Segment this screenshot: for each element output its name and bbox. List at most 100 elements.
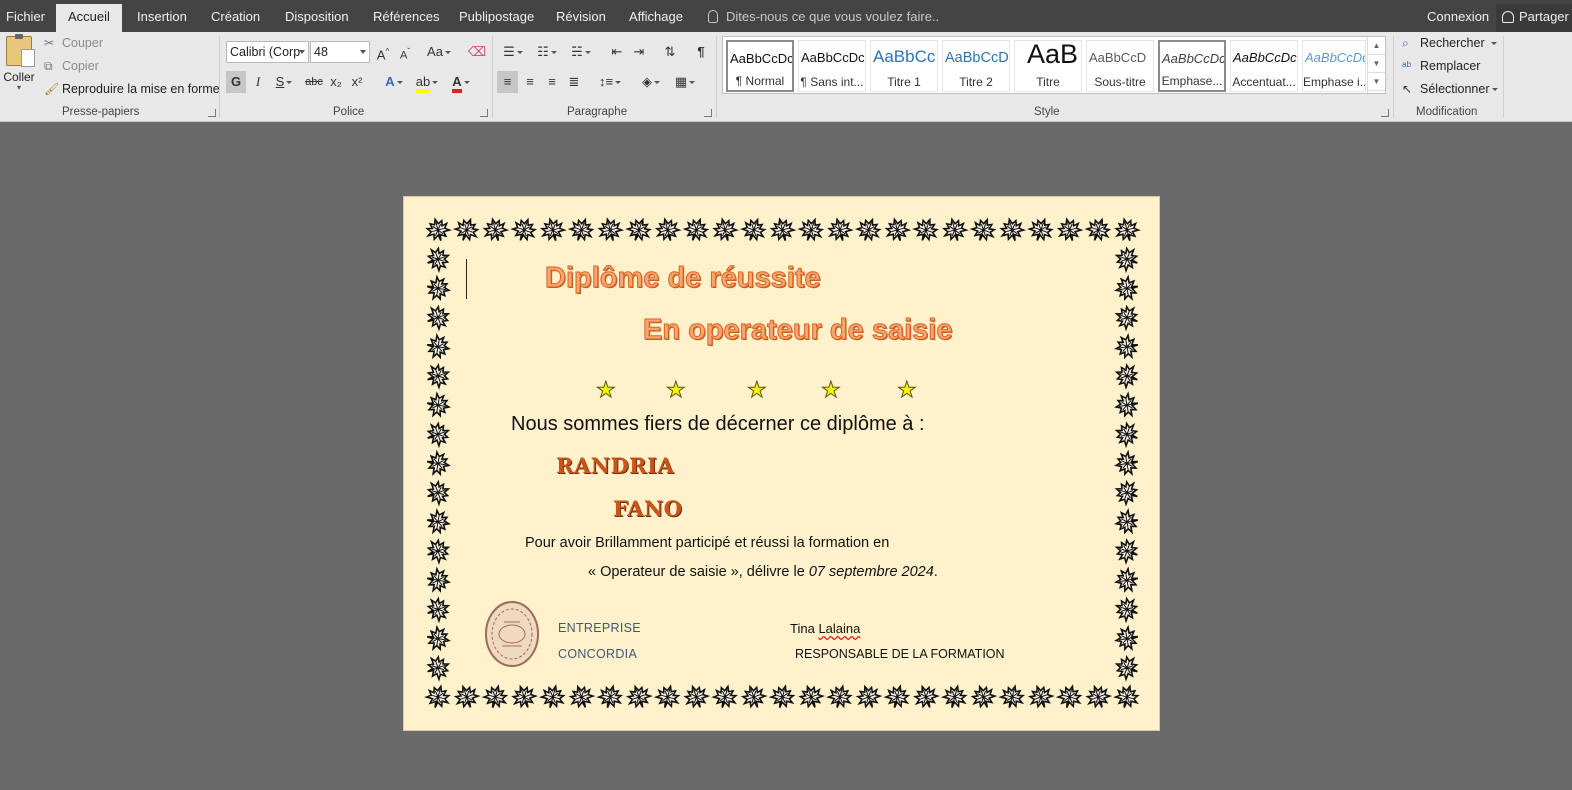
bullet-list-icon: ☰ [503, 44, 515, 59]
recipient-last-name[interactable]: RANDRIA [556, 453, 674, 478]
paragraph-dialog-launcher[interactable] [704, 109, 712, 117]
align-right-button[interactable]: ≡ [542, 71, 562, 93]
organization-line-2[interactable]: CONCORDIA [558, 647, 637, 661]
clipboard-dialog-launcher[interactable] [208, 109, 216, 117]
text-effects-icon: A [385, 74, 395, 89]
copy-button[interactable]: ⧉ Copier [44, 59, 99, 74]
style-normal[interactable]: AaBbCcDc ¶ Normal [726, 40, 794, 92]
star-icon: ★ [821, 377, 842, 403]
cursor-arrow-icon: ↖ [1402, 82, 1413, 96]
tab-publipostage[interactable]: Publipostage [459, 0, 534, 32]
diploma-subtitle[interactable]: En operateur de saisie [642, 314, 952, 347]
find-button[interactable]: ⌕ Rechercher [1402, 36, 1497, 51]
paintbrush-icon: 🖌 [44, 82, 60, 96]
style-no-spacing[interactable]: AaBbCcDc ¶ Sans int... [798, 40, 866, 92]
clipboard-group-label: Presse-papiers [62, 106, 140, 118]
clear-formatting-button[interactable]: ⌫ [467, 41, 487, 63]
diploma-title[interactable]: Diplôme de réussite [545, 262, 822, 295]
select-label: Sélectionner [1420, 82, 1490, 96]
chevron-down-icon[interactable]: ▼ [1368, 55, 1385, 73]
body-line-2[interactable]: « Operateur de saisie », délivre le 07 s… [588, 564, 938, 580]
replace-button[interactable]: ᵃᵇ Remplacer [1402, 59, 1480, 73]
bullets-button[interactable]: ☰ [498, 41, 528, 63]
underline-button[interactable]: S [270, 71, 298, 93]
tab-fichier[interactable]: Fichier [6, 0, 45, 32]
style-name: ¶ Sans int... [800, 75, 864, 89]
chevron-up-icon[interactable]: ▲ [1368, 37, 1385, 55]
format-painter-button[interactable]: 🖌 Reproduire la mise en forme [44, 82, 220, 96]
cut-button[interactable]: ✂ Couper [44, 36, 103, 50]
recipient-first-name[interactable]: FANO [613, 496, 682, 521]
paint-bucket-icon: ◈ [642, 74, 652, 89]
select-button[interactable]: ↖ Sélectionner [1402, 82, 1498, 96]
numbering-button[interactable]: ☷ [532, 41, 562, 63]
tab-references[interactable]: Références [373, 0, 439, 32]
line-spacing-icon: ↕≡ [598, 74, 614, 89]
tab-disposition[interactable]: Disposition [285, 0, 349, 32]
award-intro[interactable]: Nous sommes fiers de décerner ce diplôme… [511, 413, 925, 436]
style-emphasis[interactable]: AaBbCcDc Accentuat... [1230, 40, 1298, 92]
tell-me-box[interactable]: Dites-nous ce que vous voulez faire.. [708, 0, 939, 32]
organization-line-1[interactable]: ENTREPRISE [558, 621, 641, 635]
superscript-button[interactable]: x² [349, 71, 365, 93]
text-effects-button[interactable]: A [380, 71, 408, 93]
font-name-box[interactable]: Calibri (Corp [226, 41, 309, 63]
highlight-button[interactable]: ab [412, 71, 442, 93]
strikethrough-button[interactable]: abc [304, 71, 324, 93]
font-color-button[interactable]: A [446, 71, 476, 93]
body-line-1[interactable]: Pour avoir Brillamment participé et réus… [525, 535, 889, 551]
grow-font-button[interactable]: A^ [374, 41, 392, 63]
tab-revision[interactable]: Révision [556, 0, 606, 32]
sort-icon: ⇅ [664, 44, 676, 59]
style-sample: AaBbCcD [1089, 50, 1147, 65]
multilevel-list-button[interactable]: ☵ [566, 41, 596, 63]
style-title[interactable]: AaB Titre [1014, 40, 1082, 92]
sort-button[interactable]: ⇅ [660, 41, 680, 63]
show-marks-button[interactable]: ¶ [691, 41, 711, 63]
scissors-icon: ✂ [44, 36, 55, 50]
style-name: Titre 2 [959, 75, 993, 89]
sign-in-link[interactable]: Connexion [1427, 0, 1489, 34]
align-left-button[interactable]: ≡ [497, 71, 518, 93]
style-heading-2[interactable]: AaBbCcD Titre 2 [942, 40, 1010, 92]
star-icon: ★ [596, 377, 617, 403]
menu-bar: Fichier Accueil Insertion Création Dispo… [0, 0, 1572, 32]
bold-button[interactable]: G [226, 71, 246, 93]
more-styles-icon[interactable]: ▼ [1368, 73, 1385, 91]
tab-creation[interactable]: Création [211, 0, 260, 32]
styles-gallery: AaBbCcDc ¶ Normal AaBbCcDc ¶ Sans int... A… [722, 36, 1386, 94]
style-heading-1[interactable]: AaBbCc Titre 1 [870, 40, 938, 92]
share-button[interactable]: Partager [1496, 4, 1572, 32]
line-spacing-button[interactable]: ↕≡ [595, 71, 625, 93]
decrease-indent-button[interactable]: ⇤ [607, 41, 627, 63]
paste-button[interactable]: Coller ▾ [2, 34, 36, 92]
style-intense-emphasis[interactable]: AaBbCcDc Emphase i... [1302, 40, 1366, 92]
styles-dialog-launcher[interactable] [1381, 109, 1389, 117]
subscript-button[interactable]: x₂ [328, 71, 344, 93]
italic-button[interactable]: I [250, 71, 266, 93]
style-sample: AaBbCc [873, 47, 936, 66]
tab-insertion[interactable]: Insertion [137, 0, 187, 32]
style-subtitle[interactable]: AaBbCcD Sous-titre [1086, 40, 1154, 92]
share-label: Partager [1519, 9, 1569, 24]
tab-accueil[interactable]: Accueil [56, 4, 122, 32]
change-case-button[interactable]: Aa [424, 41, 454, 63]
signer-name[interactable]: Tina Lalaina [790, 621, 860, 636]
style-sample: AaBbCcDc [1162, 51, 1226, 66]
divider [1503, 36, 1504, 118]
style-name: Sous-titre [1094, 75, 1146, 89]
font-size-value: 48 [314, 45, 328, 59]
font-dialog-launcher[interactable] [480, 109, 488, 117]
align-center-button[interactable]: ≡ [520, 71, 540, 93]
increase-indent-button[interactable]: ⇥ [629, 41, 649, 63]
font-size-box[interactable]: 48 [310, 41, 370, 63]
borders-button[interactable]: ▦ [670, 71, 700, 93]
award-date: 07 septembre 2024 [808, 564, 934, 580]
borders-icon: ▦ [674, 74, 688, 89]
signer-role[interactable]: RESPONSABLE DE LA FORMATION [795, 647, 1005, 661]
justify-button[interactable]: ≣ [564, 71, 584, 93]
tab-affichage[interactable]: Affichage [629, 0, 683, 32]
shrink-font-button[interactable]: Aˇ [396, 41, 414, 63]
style-subtle-emphasis[interactable]: AaBbCcDc Emphase... [1158, 40, 1226, 92]
shading-button[interactable]: ◈ [636, 71, 666, 93]
